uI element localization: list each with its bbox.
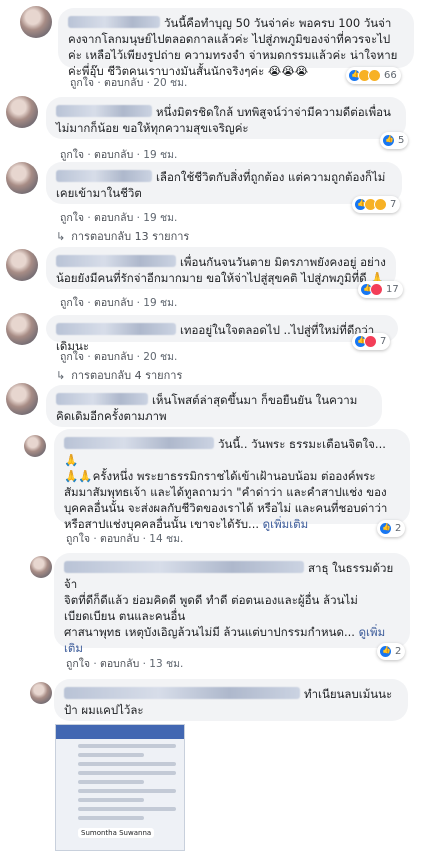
love-reaction-icon: [370, 283, 383, 296]
attached-screenshot-image[interactable]: Sumontha Suwanna: [55, 724, 185, 851]
comment-meta: ถูกใจ · ตอบกลับ · 19 ชม.: [60, 149, 178, 161]
avatar[interactable]: [24, 435, 46, 457]
timestamp[interactable]: 14 ชม.: [149, 533, 183, 545]
commenter-name[interactable]: [68, 16, 160, 28]
reply-arrow-icon: ↳: [56, 230, 66, 243]
reply-button[interactable]: ตอบกลับ: [94, 351, 133, 363]
comment-bubble: เพื่อนกันจนวันตาย มิตรภาพยังคงอยู่ อย่าง…: [46, 247, 396, 289]
timestamp[interactable]: 19 ชม.: [143, 297, 177, 309]
like-button[interactable]: ถูกใจ: [66, 658, 90, 670]
reply-button[interactable]: ตอบกลับ: [100, 658, 139, 670]
comment-meta: ถูกใจ · ตอบกลับ · 20 ชม.: [60, 351, 178, 363]
reply-button[interactable]: ตอบกลับ: [94, 149, 133, 161]
like-reaction-icon: [379, 645, 392, 658]
reaction-count: 7: [390, 199, 397, 210]
timestamp[interactable]: 19 ชม.: [143, 149, 177, 161]
reaction-count: 66: [384, 70, 397, 81]
avatar[interactable]: [6, 313, 38, 345]
reaction-summary[interactable]: 2: [377, 643, 406, 660]
comment-bubble: เห็นโพสต์ล่าสุดขึ้นมา ก็ขอยืนยัน ในความค…: [46, 385, 382, 427]
comment-bubble: สาธุ ในธรรมด้วยจ้า จิตที่ดีก็ดีแล้ว ย่อม…: [54, 553, 410, 655]
reaction-summary[interactable]: 17: [358, 281, 403, 298]
comment-bubble: วันนี้.. วันพระ ธรรมะเตือนจิตใจ...🙏 🙏🙏คร…: [54, 429, 410, 531]
reply-button[interactable]: ตอบกลับ: [104, 77, 143, 89]
timestamp[interactable]: 20 ชม.: [143, 351, 177, 363]
comment-bubble: เลือกใช้ชีวิตกับสิ่งที่ถูกต้อง แต่ความถู…: [46, 162, 402, 204]
avatar[interactable]: [20, 6, 52, 38]
like-button[interactable]: ถูกใจ: [60, 212, 84, 224]
reaction-count: 7: [380, 336, 387, 347]
sad-reaction-icon: [374, 198, 387, 211]
commenter-name[interactable]: [56, 393, 148, 405]
reply-button[interactable]: ตอบกลับ: [100, 533, 139, 545]
reaction-summary[interactable]: 2: [377, 520, 406, 537]
comment-meta: ถูกใจ · ตอบกลับ · 19 ชม.: [60, 297, 178, 309]
view-replies-link[interactable]: ↳ การตอบกลับ 4 รายการ: [56, 366, 182, 384]
love-reaction-icon: [364, 335, 377, 348]
attached-image-caption: Sumontha Suwanna: [78, 828, 155, 838]
comment-meta: ถูกใจ · ตอบกลับ · 20 ชม.: [70, 77, 188, 89]
comment-bubble: วันนี้คือทำบุญ 50 วันจ่าค่ะ พอครบ 100 วั…: [58, 8, 414, 78]
avatar[interactable]: [6, 383, 38, 415]
comment-meta: ถูกใจ · ตอบกลับ · 19 ชม.: [60, 212, 178, 224]
timestamp[interactable]: 19 ชม.: [143, 212, 177, 224]
commenter-name[interactable]: [56, 323, 176, 335]
commenter-name[interactable]: [64, 437, 214, 449]
like-button[interactable]: ถูกใจ: [70, 77, 94, 89]
commenter-name[interactable]: [64, 561, 304, 573]
commenter-name[interactable]: [56, 255, 176, 267]
like-button[interactable]: ถูกใจ: [60, 351, 84, 363]
comment-bubble: ทำเนียนลบเม้นนะป้า ผมแคปไว้ละ: [54, 679, 408, 721]
like-button[interactable]: ถูกใจ: [66, 533, 90, 545]
reaction-count: 5: [398, 135, 405, 146]
commenter-name[interactable]: [56, 170, 152, 182]
comment-feed: วันนี้คือทำบุญ 50 วันจ่าค่ะ พอครบ 100 วั…: [0, 0, 437, 851]
sad-reaction-icon: [368, 69, 381, 82]
reaction-count: 2: [395, 646, 402, 657]
reaction-count: 2: [395, 523, 402, 534]
reaction-summary[interactable]: 5: [380, 132, 409, 149]
comment-meta: ถูกใจ · ตอบกลับ · 13 ชม.: [66, 658, 184, 670]
avatar[interactable]: [30, 682, 52, 704]
avatar[interactable]: [30, 556, 52, 578]
comment-meta: ถูกใจ · ตอบกลับ · 14 ชม.: [66, 533, 184, 545]
view-replies-link[interactable]: ↳ การตอบกลับ 13 รายการ: [56, 227, 189, 245]
commenter-name[interactable]: [64, 687, 300, 699]
avatar[interactable]: [6, 96, 38, 128]
see-more-link[interactable]: ดูเพิ่มเติม: [263, 517, 309, 531]
like-reaction-icon: [382, 134, 395, 147]
comment-bubble: หนึ่งมิตรชิดใกล้ บทพิสูจน์ว่าจ่ามีความดี…: [46, 97, 406, 139]
like-button[interactable]: ถูกใจ: [60, 149, 84, 161]
reaction-summary[interactable]: 7: [352, 196, 401, 213]
avatar[interactable]: [6, 249, 38, 281]
reaction-summary[interactable]: 7: [352, 333, 391, 350]
timestamp[interactable]: 20 ชม.: [153, 77, 187, 89]
comment-bubble: เทออยู่ในใจตลอดไป ..ไปสู่ที่ใหม่ที่ดีกว่…: [46, 315, 398, 353]
reply-button[interactable]: ตอบกลับ: [94, 212, 133, 224]
avatar[interactable]: [6, 162, 38, 194]
attached-image-header: [56, 725, 184, 739]
commenter-name[interactable]: [56, 105, 152, 117]
reply-arrow-icon: ↳: [56, 369, 66, 382]
reaction-summary[interactable]: 66: [346, 67, 401, 84]
comment-text: วันนี้.. วันพระ ธรรมะเตือนจิตใจ...🙏 🙏🙏คร…: [64, 437, 388, 531]
reply-button[interactable]: ตอบกลับ: [94, 297, 133, 309]
reaction-count: 17: [386, 284, 399, 295]
like-reaction-icon: [379, 522, 392, 535]
timestamp[interactable]: 13 ชม.: [149, 658, 183, 670]
like-button[interactable]: ถูกใจ: [60, 297, 84, 309]
